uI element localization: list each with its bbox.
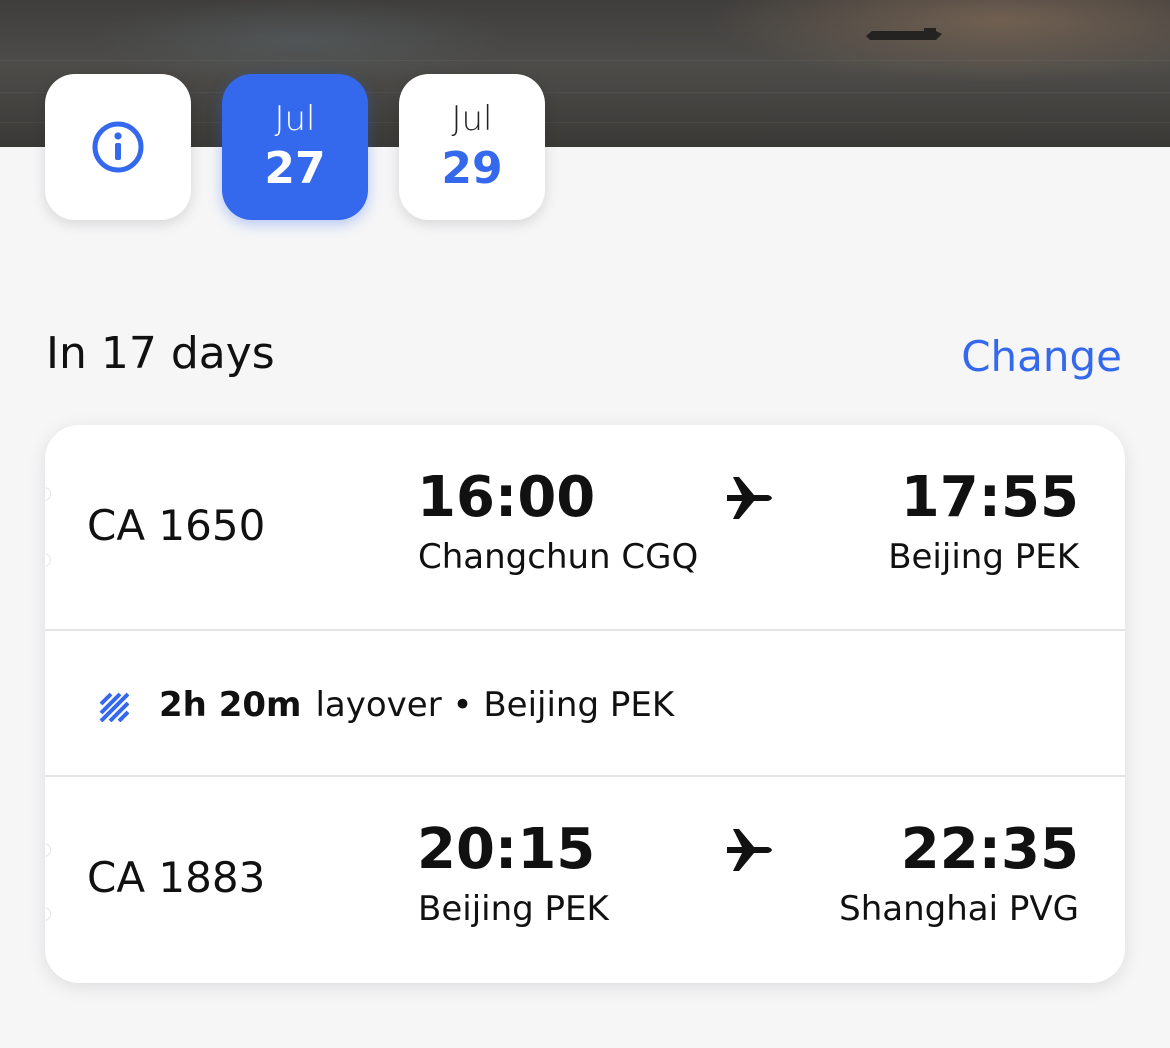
layover-hatch-icon — [99, 692, 129, 722]
flight-segment[interactable]: CA 1883 20:15 Beijing PEK 22:35 Shanghai… — [45, 777, 1125, 981]
flight-number: CA 1650 — [87, 501, 266, 550]
change-link[interactable]: Change — [961, 332, 1122, 381]
airplane-icon — [727, 477, 772, 519]
date-tile-jul-27[interactable]: Jul 27 — [222, 74, 368, 220]
date-month: Jul — [274, 99, 316, 139]
info-button[interactable] — [45, 74, 191, 220]
layover-duration: 2h 20m — [159, 685, 302, 725]
arrival-airport: Beijing PEK — [888, 537, 1079, 577]
date-day: 29 — [441, 143, 503, 194]
flight-segment[interactable]: CA 1650 16:00 Changchun CGQ 17:55 Beijin… — [45, 425, 1125, 629]
segment-marker — [45, 487, 51, 501]
layover-location: layover • Beijing PEK — [315, 685, 675, 725]
water-ripple — [0, 60, 1170, 61]
date-tile-jul-29[interactable]: Jul 29 — [399, 74, 545, 220]
layover-row: 2h 20m layover • Beijing PEK — [45, 631, 1125, 775]
segment-marker — [45, 553, 51, 567]
days-until-label: In 17 days — [46, 328, 275, 379]
itinerary-card[interactable]: CA 1650 16:00 Changchun CGQ 17:55 Beijin… — [45, 425, 1125, 983]
airplane-icon — [727, 829, 772, 871]
arrival-time: 17:55 — [900, 465, 1079, 530]
arrival-airport: Shanghai PVG — [839, 889, 1079, 929]
arrival-time: 22:35 — [900, 817, 1079, 882]
segment-marker — [45, 843, 51, 857]
segment-marker — [45, 907, 51, 921]
departure-airport: Beijing PEK — [418, 889, 609, 929]
info-icon — [92, 121, 144, 173]
departure-time: 20:15 — [417, 817, 596, 882]
layover-text: 2h 20m layover • Beijing PEK — [159, 685, 674, 725]
flight-number: CA 1883 — [87, 853, 266, 902]
date-day: 27 — [264, 143, 326, 194]
departure-airport: Changchun CGQ — [418, 537, 699, 577]
ship-silhouette — [866, 28, 942, 40]
departure-time: 16:00 — [417, 465, 596, 530]
date-month: Jul — [451, 99, 493, 139]
